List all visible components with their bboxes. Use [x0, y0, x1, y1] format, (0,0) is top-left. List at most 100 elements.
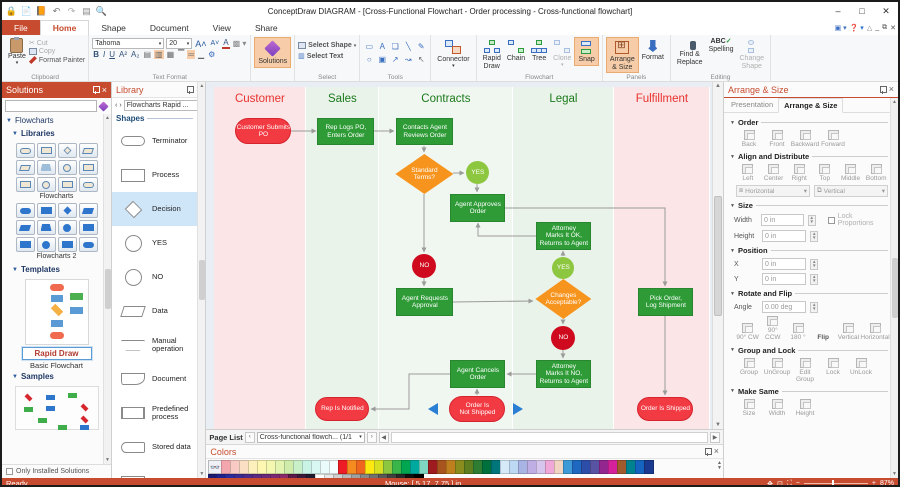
flowchart-node[interactable]: Agent Approves Order: [450, 194, 505, 222]
library-grid-cell[interactable]: [58, 220, 77, 235]
library-grid-cell[interactable]: [16, 220, 35, 235]
select-text-button[interactable]: ▥Select Text: [298, 52, 356, 60]
highlight-icon[interactable]: ▩ ▾: [232, 39, 248, 48]
scroll-left-icon[interactable]: ◀: [379, 432, 389, 443]
angle-input[interactable]: 0.00 deg: [762, 301, 806, 313]
only-installed-checkbox[interactable]: [6, 468, 13, 475]
group-lock-button[interactable]: Lock: [820, 358, 846, 383]
x-spinner[interactable]: ▲▼: [810, 259, 818, 270]
library-grid-cell[interactable]: [58, 177, 77, 192]
zoom-in-icon[interactable]: +: [872, 480, 876, 487]
library-item-terminator[interactable]: Terminator: [112, 124, 205, 158]
library-grid-cell[interactable]: [16, 203, 35, 218]
solutions-button[interactable]: Solutions: [254, 37, 291, 68]
scroll-right-icon[interactable]: ▶: [710, 432, 720, 443]
canvas-vertical-scrollbar[interactable]: ▲▼: [712, 82, 723, 429]
library-grid-cell[interactable]: [37, 143, 56, 158]
help-icon[interactable]: ❓ ▾: [850, 24, 864, 32]
pan-tool-icon[interactable]: ✥: [767, 480, 773, 487]
pin-icon[interactable]: [880, 86, 885, 94]
arrow-tool-icon[interactable]: ↗: [389, 53, 401, 65]
next-page-icon[interactable]: ›: [367, 432, 377, 443]
valign-top-icon[interactable]: ▔: [177, 50, 185, 59]
solutions-search-icon[interactable]: [98, 101, 108, 111]
align-top-button[interactable]: Top: [813, 164, 837, 182]
y-input[interactable]: 0 in: [762, 273, 806, 285]
valign-middle-icon[interactable]: ═: [187, 50, 195, 59]
angle-spinner[interactable]: ▲▼: [810, 302, 818, 313]
order-back-button[interactable]: Back: [736, 130, 762, 148]
library-grid-cell[interactable]: [58, 160, 77, 175]
align-center-icon[interactable]: ▥: [154, 50, 164, 59]
callout-tool-icon[interactable]: ❏: [389, 40, 401, 52]
library-grid-cell[interactable]: [79, 160, 98, 175]
tab-share[interactable]: Share: [243, 20, 290, 35]
flowchart-node[interactable]: YES: [466, 161, 489, 184]
lock-proportions-checkbox[interactable]: [828, 217, 835, 224]
tree-node-flowcharts[interactable]: ▼Flowcharts: [2, 114, 111, 127]
group-group-button[interactable]: Group: [736, 358, 762, 383]
library-item-data[interactable]: Data: [112, 294, 205, 328]
vertical-distribute-combo[interactable]: ⧉Vertical▾: [814, 185, 888, 197]
font-size-combo[interactable]: 20▾: [166, 38, 192, 49]
bold-button[interactable]: B: [92, 50, 100, 59]
sample-thumbnail[interactable]: [15, 386, 99, 430]
pin-icon[interactable]: [705, 448, 710, 456]
library-grid-cell[interactable]: [58, 203, 77, 218]
cloud-icon[interactable]: △: [867, 24, 872, 32]
library-grid-cell[interactable]: [58, 237, 77, 252]
tree-node-libraries[interactable]: ▼Libraries: [2, 127, 111, 140]
library-item-manual-operation[interactable]: Manual operation: [112, 328, 205, 362]
align-left-icon[interactable]: ▤: [142, 50, 152, 59]
align-center-button[interactable]: Center: [762, 164, 786, 182]
library-grid-cell[interactable]: [79, 177, 98, 192]
make_same-width-button[interactable]: Width: [764, 399, 790, 417]
library-grid-cell[interactable]: [37, 177, 56, 192]
tab-presentation[interactable]: Presentation: [726, 98, 778, 112]
doc-close-icon[interactable]: ✕: [890, 24, 896, 32]
subscript-icon[interactable]: A₂: [130, 50, 140, 59]
rotate-90-cw-button[interactable]: 90° CW: [736, 323, 759, 341]
align-bottom-button[interactable]: Bottom: [864, 164, 888, 182]
flowchart-node[interactable]: Pick Order, Log Shipment: [638, 288, 693, 316]
group-edit-group-button[interactable]: Edit Group: [792, 358, 818, 383]
doc-restore-icon[interactable]: ⧉: [882, 24, 887, 32]
library-grid-cell[interactable]: [79, 220, 98, 235]
close-icon[interactable]: ×: [889, 85, 894, 94]
pen-tool-icon[interactable]: ✎: [415, 40, 427, 52]
tab-file[interactable]: File: [2, 20, 40, 35]
library-grid-cell[interactable]: [58, 143, 77, 158]
library-grid-cell[interactable]: [79, 203, 98, 218]
close-button[interactable]: ✕: [874, 3, 898, 19]
library-item-no[interactable]: NO: [112, 260, 205, 294]
group-unlock-button[interactable]: UnLock: [848, 358, 874, 383]
color-swatch[interactable]: [644, 460, 654, 474]
tab-arrange-size[interactable]: Arrange & Size: [778, 98, 843, 113]
library-grid-cell[interactable]: [37, 203, 56, 218]
page-nav-left-icon[interactable]: [428, 403, 438, 415]
rotate-90-ccw-button[interactable]: 90° CCW: [761, 316, 784, 341]
tree-node-samples[interactable]: ▼Samples: [2, 370, 111, 383]
tab-shape[interactable]: Shape: [89, 20, 138, 35]
make_same-height-button[interactable]: Height: [792, 399, 818, 417]
library-scrollbar[interactable]: ▲▼: [197, 82, 205, 478]
flowchart-node[interactable]: Order Is Not Shipped: [449, 396, 505, 422]
library-grid-cell[interactable]: [37, 237, 56, 252]
library-collection-combo[interactable]: Flowcharts Rapid ...▾: [124, 100, 203, 111]
solutions-scrollbar[interactable]: ▲▼: [103, 114, 111, 464]
flip-vertical-button[interactable]: Vertical: [837, 323, 860, 341]
arrange-size-button[interactable]: Arrange & Size: [606, 37, 639, 73]
tab-view[interactable]: View: [201, 20, 243, 35]
copy-button[interactable]: Copy: [29, 48, 85, 55]
page-nav-right-icon[interactable]: [513, 403, 523, 415]
underline-button[interactable]: U: [108, 50, 116, 59]
flowchart-node[interactable]: Rep Is Notified: [315, 397, 369, 421]
height-input[interactable]: 0 in: [762, 230, 806, 242]
flowchart-node[interactable]: Rep Logs PO, Enters Order: [317, 118, 374, 145]
cut-button[interactable]: ✂Cut: [29, 39, 85, 47]
flowchart-node[interactable]: Attorney Marks It NO, Returns to Agent: [536, 360, 591, 388]
library-forward-icon[interactable]: ›: [119, 102, 121, 109]
snap-button[interactable]: Snap: [574, 37, 598, 66]
flowchart-node[interactable]: NO: [412, 254, 436, 278]
flowchart-node[interactable]: Standard Terms?: [395, 154, 453, 194]
